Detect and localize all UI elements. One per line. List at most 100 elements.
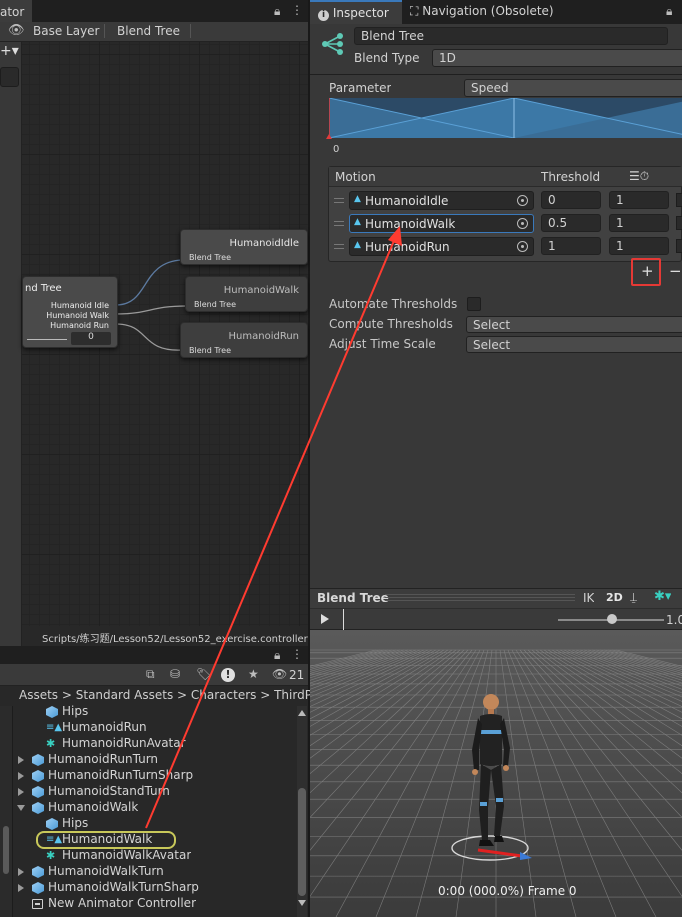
asset-tree-item[interactable]: HumanoidStandTurn — [14, 784, 294, 800]
preview-drag-handle[interactable] — [385, 594, 575, 602]
preview-status: 0:00 (000.0%) Frame 0 — [438, 884, 577, 898]
asset-tree-label: HumanoidWalk — [48, 800, 139, 814]
time-scale-field[interactable]: 1 — [609, 214, 669, 232]
play-button[interactable] — [321, 614, 329, 624]
asset-tree-label: HumanoidWalk — [62, 832, 153, 846]
drag-handle-icon[interactable] — [334, 221, 344, 226]
remove-motion-button[interactable]: − — [669, 262, 682, 280]
blend-tree-name-field[interactable]: Blend Tree — [354, 27, 668, 45]
project-breadcrumb: Assets > Standard Assets > Characters > … — [19, 688, 319, 702]
label-tag-icon[interactable]: 🏷︎ — [196, 667, 211, 681]
automate-thresholds-checkbox[interactable] — [467, 297, 481, 311]
expand-arrow-icon[interactable] — [18, 884, 24, 892]
child-node-idle-label: HumanoidIdle — [229, 238, 299, 249]
folder-scrollbar[interactable] — [3, 826, 9, 874]
time-scale-field[interactable]: 1 — [609, 191, 669, 209]
asset-tree-item[interactable]: ✱ HumanoidRunAvatar — [14, 736, 294, 752]
motion-field[interactable]: ▲ HumanoidIdle — [349, 191, 534, 210]
cube-icon — [32, 754, 44, 766]
blend-tree-icon — [320, 31, 346, 57]
animation-clip-icon: ▲ — [354, 194, 361, 204]
drag-handle-icon[interactable] — [334, 244, 344, 249]
mirror-toggle[interactable] — [676, 239, 682, 253]
avatar-preview-icon[interactable]: ✱▾ — [654, 589, 671, 604]
avatar-icon: ✱ — [46, 849, 56, 862]
parameter-dropdown[interactable]: Speed — [464, 79, 682, 97]
root-node-slider[interactable] — [27, 339, 67, 340]
speed-slider-thumb[interactable] — [607, 614, 617, 624]
asset-tree-label: HumanoidRunTurnSharp — [48, 768, 194, 782]
drag-handle-icon[interactable] — [334, 198, 344, 203]
asset-scrollbar-down[interactable] — [298, 900, 306, 906]
asset-tree-item[interactable]: HumanoidWalk — [14, 800, 294, 816]
lock-icon[interactable]: 🔒︎ — [274, 648, 280, 663]
expand-arrow-icon[interactable] — [18, 772, 24, 780]
asset-tree-item[interactable]: Hips — [14, 816, 294, 832]
motion-field[interactable]: ▲ HumanoidRun — [349, 237, 534, 256]
blend-graph[interactable] — [329, 98, 682, 138]
ik-button[interactable]: IK — [583, 591, 594, 605]
root-blend-tree-node[interactable]: nd Tree Humanoid Idle Humanoid Walk Huma… — [22, 276, 118, 348]
lock-icon[interactable]: 🔒︎ — [666, 4, 672, 19]
motion-field[interactable]: ▲ HumanoidWalk — [349, 214, 534, 233]
asset-tree-item[interactable]: HumanoidWalkTurn — [14, 864, 294, 880]
asset-tree-label: HumanoidRun — [62, 720, 147, 734]
error-icon[interactable]: ! — [221, 668, 235, 682]
preview-viewport[interactable]: 0:00 (000.0%) Frame 0 — [310, 630, 682, 917]
asset-tree-item[interactable]: New Animator Controller — [14, 896, 294, 912]
root-node-value[interactable]: 0 — [71, 332, 111, 345]
asset-scrollbar-thumb[interactable] — [298, 788, 306, 896]
asset-tree-item[interactable]: HumanoidRunTurnSharp — [14, 768, 294, 784]
object-picker-icon[interactable] — [517, 218, 528, 229]
expand-arrow-icon[interactable] — [18, 756, 24, 764]
blend-type-dropdown[interactable]: 1D — [432, 49, 682, 67]
adjust-time-scale-dropdown[interactable]: Select — [466, 336, 682, 353]
compute-thresholds-dropdown[interactable]: Select — [466, 316, 682, 333]
controller-path: Scripts/练习题/Lesson52/Lesson52_exercise.c… — [42, 634, 308, 645]
threshold-field[interactable]: 1 — [541, 237, 601, 255]
child-node-run[interactable]: HumanoidRun Blend Tree — [180, 322, 308, 358]
tab-inspector[interactable]: i Inspector — [310, 0, 402, 24]
child-node-idle[interactable]: HumanoidIdle Blend Tree — [180, 229, 308, 265]
connection-run — [115, 323, 183, 351]
asset-scrollbar-up[interactable] — [298, 710, 306, 716]
2d-button[interactable]: 2D — [606, 591, 623, 604]
preview-title: Blend Tree — [317, 591, 389, 605]
search-by-type-icon[interactable]: ⧉ — [146, 667, 155, 682]
filter-icon[interactable]: ⛁︎ — [170, 667, 180, 681]
expand-arrow-icon[interactable] — [18, 868, 24, 876]
object-picker-icon[interactable] — [517, 241, 528, 252]
child-node-walk[interactable]: HumanoidWalk Blend Tree — [185, 276, 308, 312]
mirror-toggle[interactable] — [676, 193, 682, 207]
time-scale-field[interactable]: 1 — [609, 237, 669, 255]
object-picker-icon[interactable] — [517, 195, 528, 206]
breadcrumb-characters[interactable]: Characters — [191, 688, 257, 702]
asset-tree-item[interactable]: ≡▲ HumanoidRun — [14, 720, 294, 736]
asset-tree-item[interactable]: ✱ HumanoidWalkAvatar — [14, 848, 294, 864]
threshold-field[interactable]: 0.5 — [541, 214, 601, 232]
cube-icon — [32, 882, 44, 894]
asset-tree-item[interactable]: HumanoidRunTurn — [14, 752, 294, 768]
asset-tree-item[interactable]: ≡▲ HumanoidWalk — [14, 831, 294, 849]
collapse-arrow-icon[interactable] — [17, 805, 25, 811]
expand-arrow-icon[interactable] — [18, 788, 24, 796]
asset-tree-item[interactable]: HumanoidWalkTurnSharp — [14, 880, 294, 896]
root-output-idle: Humanoid Idle — [50, 301, 109, 310]
mirror-toggle[interactable] — [676, 216, 682, 230]
motion-header-label: Motion — [335, 170, 376, 184]
child-node-walk-label: HumanoidWalk — [223, 285, 299, 296]
tab-inspector-label: Inspector — [332, 6, 389, 20]
tab-navigation[interactable]: ⛶ Navigation (Obsolete) — [410, 4, 554, 19]
add-motion-button[interactable]: + — [641, 262, 654, 280]
root-node-title: nd Tree — [25, 283, 62, 294]
asset-tree-item[interactable]: Hips — [14, 704, 294, 720]
pivot-icon[interactable]: ⍊ — [630, 590, 637, 605]
threshold-field[interactable]: 0 — [541, 191, 601, 209]
eye-icon[interactable]: 👁︎ — [272, 667, 287, 681]
breadcrumb-assets[interactable]: Assets — [19, 688, 58, 702]
info-icon: i — [318, 10, 329, 21]
favorite-star-icon[interactable]: ★ — [248, 667, 259, 681]
more-options-icon[interactable]: ⋮ — [291, 647, 303, 661]
breadcrumb-standard-assets[interactable]: Standard Assets — [76, 688, 173, 702]
timeline-cursor[interactable] — [343, 609, 344, 630]
